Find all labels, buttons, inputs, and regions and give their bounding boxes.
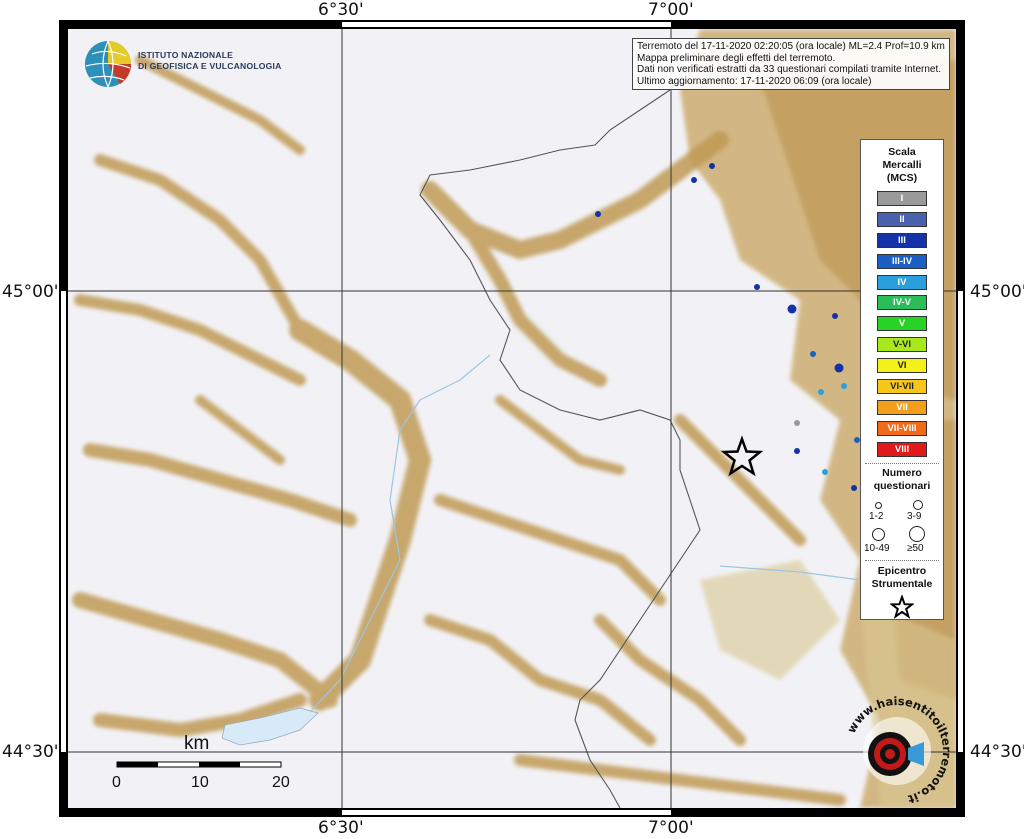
legend-panel: Scala Mercalli (MCS) I II III III-IV IV IV-V V… (860, 139, 944, 620)
event-info-line-3: Dati non verificati estratti da 33 quest… (637, 64, 942, 75)
mcs-swatch-iii-iv: III-IV (877, 253, 927, 269)
size-label-10-49: 10-49 (864, 542, 890, 554)
size-circle-10-49 (872, 527, 885, 541)
legend-scale-title-3: (MCS) (886, 172, 918, 184)
legend-scale-title-2: Mercalli (882, 159, 922, 171)
terrain (68, 29, 956, 808)
event-info-line-1: Terremoto del 17-11-2020 02:20:05 (ora l… (637, 41, 945, 52)
legend-num-title-1: Numero (882, 466, 922, 479)
mcs-swatch-vii: VII (877, 399, 927, 415)
legend-num-title-2: questionari (873, 479, 931, 492)
legend-star-icon (889, 593, 915, 619)
mcs-scale-list: I II III III-IV IV IV-V V V-VI VI VI-VII VII VII-VI… (861, 191, 943, 457)
lon-label-top-700: 7°00' (648, 0, 694, 20)
haisentito-badge: www.haisentitoilterremoto.it (844, 694, 954, 807)
mcs-swatch-v: V (877, 316, 927, 332)
scale-tick-20: 20 (272, 774, 290, 791)
size-circle-1-2 (875, 501, 882, 509)
mcs-swatch-iv: IV (877, 274, 927, 290)
questionnaire-size-legend: 1-2 3-9 10-49 ≥50 (861, 497, 943, 557)
event-info-line-2: Mappa preliminare degli effetti del terr… (637, 52, 836, 64)
ingv-logo-text: ISTITUTO NAZIONALE DI GEOFISICA E VULCAN… (138, 50, 282, 72)
lat-label-left-4430: 44°30' (2, 742, 59, 762)
size-label-1-2: 1-2 (869, 510, 884, 522)
mcs-swatch-vi: VI (877, 358, 927, 374)
lat-label-right-4430: 44°30' (970, 742, 1024, 762)
legend-epi-title-1: Epicentro (877, 564, 927, 577)
mcs-swatch-viii: VIII (877, 441, 927, 457)
lat-label-right-4500: 45°00' (970, 282, 1024, 302)
legend-scale-title-1: Scala (888, 146, 916, 158)
mcs-swatch-iii: III (877, 232, 927, 248)
mcs-swatch-v-vi: V-VI (877, 337, 927, 353)
lon-label-top-630: 6°30' (318, 0, 364, 20)
size-label-50: ≥50 (907, 542, 924, 554)
mcs-swatch-vii-viii: VII-VIII (877, 420, 927, 436)
size-circle-3-9 (913, 499, 923, 510)
scale-tick-10: 10 (191, 774, 209, 791)
ingv-line-2: DI GEOFISICA E VULCANOLOGIA (138, 61, 282, 71)
lon-label-bottom-700: 7°00' (648, 818, 694, 838)
size-circle-50 (909, 525, 925, 542)
size-label-3-9: 3-9 (907, 510, 922, 522)
lat-label-left-4500: 45°00' (2, 282, 59, 302)
mcs-swatch-ii: II (877, 211, 927, 227)
scale-tick-0: 0 (112, 774, 121, 791)
mcs-swatch-i: I (877, 191, 927, 206)
event-info-line-4: Ultimo aggiornamento: 17-11-2020 06:09 (… (637, 75, 872, 87)
mcs-swatch-iv-v: IV-V (877, 295, 927, 311)
scale-bar-unit: km (184, 733, 210, 754)
event-info-box: Terremoto del 17-11-2020 02:20:05 (ora l… (632, 38, 950, 90)
scale-bar (116, 761, 282, 768)
mcs-swatch-vi-vii: VI-VII (877, 379, 927, 395)
legend-epi-title-2: Strumentale (871, 577, 933, 590)
ingv-line-1: ISTITUTO NAZIONALE (138, 50, 234, 60)
lon-label-bottom-630: 6°30' (318, 818, 364, 838)
